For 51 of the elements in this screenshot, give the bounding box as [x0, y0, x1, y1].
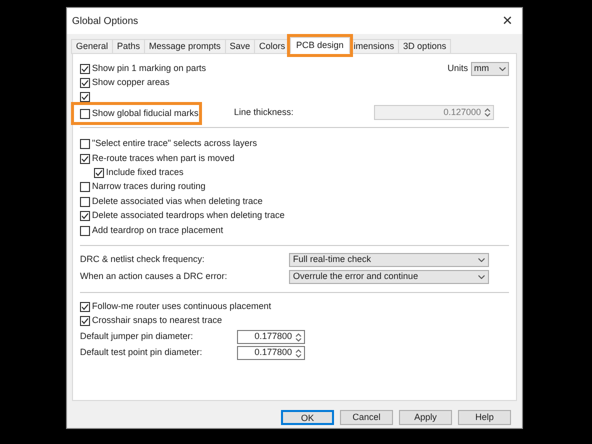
chevron-icon: [499, 67, 506, 71]
checkbox-label: Follow-me router uses continuous placement: [92, 300, 272, 314]
checkbox[interactable]: [80, 196, 90, 206]
checkbox[interactable]: [94, 168, 104, 178]
checkbox[interactable]: [80, 182, 90, 192]
chevron-icon: [478, 258, 485, 262]
checkbox[interactable]: [80, 78, 90, 88]
tab[interactable]: General: [71, 39, 114, 54]
checkbox-label: Add teardrop on trace placement: [92, 224, 224, 237]
checkbox[interactable]: [80, 108, 90, 118]
checkbox-label: "Select entire trace" selects across layers: [92, 137, 257, 150]
checkbox-label: Crosshair snaps to nearest trace: [92, 314, 222, 328]
checkbox-label: Show global fiducial marks: [92, 106, 199, 120]
checkbox[interactable]: [80, 302, 90, 312]
checkbox[interactable]: [80, 64, 90, 74]
field-label: Default jumper pin diameter:: [80, 330, 194, 344]
spinner-icon[interactable]: [295, 348, 302, 358]
checkbox-label: Delete associated teardrops when deleting trace: [92, 209, 285, 222]
checkbox-label: Show pin 1 marking on parts: [92, 62, 206, 76]
window-title: Global Options: [72, 14, 138, 28]
field-label: Line thickness:: [234, 106, 294, 119]
tab[interactable]: PCB design: [290, 37, 350, 54]
tab[interactable]: Message prompts: [144, 39, 226, 54]
checkbox[interactable]: [80, 226, 90, 236]
number-field[interactable]: 0.177800: [237, 346, 305, 360]
checkbox-label: Delete associated vias when deleting trace: [92, 194, 263, 208]
field-label: DRC & netlist check frequency:: [80, 253, 206, 266]
checkbox[interactable]: [80, 316, 90, 326]
checkbox-label: Include fixed traces: [106, 166, 184, 180]
checkbox[interactable]: [80, 139, 90, 149]
dialog-button[interactable]: Cancel: [340, 410, 393, 425]
checkbox[interactable]: [80, 211, 90, 221]
checkbox[interactable]: [80, 92, 90, 102]
dialog-button[interactable]: Apply: [399, 410, 452, 425]
close-button[interactable]: ✕: [498, 11, 517, 31]
tab[interactable]: 3D options: [398, 39, 452, 54]
field-label: Default test point pin diameter:: [80, 346, 204, 360]
dialog-button[interactable]: Help: [458, 410, 511, 425]
checkbox[interactable]: [80, 154, 90, 164]
checkbox-label: Re-route traces when part is moved: [92, 152, 235, 165]
chevron-icon: [478, 275, 485, 279]
dropdown[interactable]: Full real-time check: [289, 253, 489, 267]
units-dropdown[interactable]: mm: [471, 62, 509, 76]
dialog-button[interactable]: OK: [281, 410, 334, 425]
spinner-icon[interactable]: [295, 332, 302, 342]
number-field[interactable]: 0.177800: [237, 330, 305, 344]
field-label: When an action causes a DRC error:: [80, 270, 228, 284]
checkbox-label: Narrow traces during routing: [92, 180, 206, 194]
checkbox-label: Show copper areas: [92, 76, 170, 90]
dropdown[interactable]: Overrule the error and continue: [289, 270, 489, 284]
units-label: Units: [447, 62, 468, 76]
